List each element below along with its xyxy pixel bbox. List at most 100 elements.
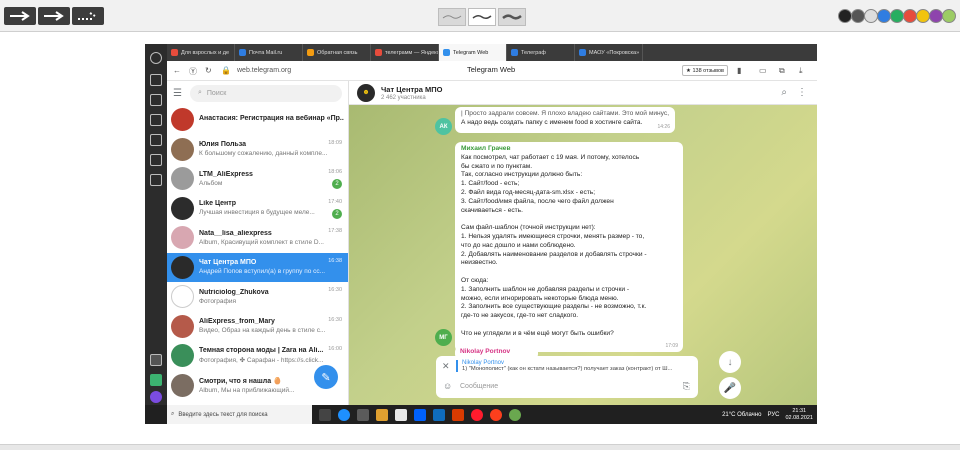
profile-icon[interactable] [150,52,162,64]
message-line: 2. Файл вида год-месяц-дата-sm.xlsx - ес… [461,188,596,196]
search-input[interactable]: ⌕ Поиск [189,84,342,102]
download-icon[interactable]: ⤓ [799,66,803,76]
new-message-button[interactable]: ✎ [314,365,338,389]
chat-avatar [171,285,194,309]
app-icon[interactable] [509,408,521,421]
reload-icon[interactable]: ↻ [205,66,212,75]
microphone-button[interactable]: 🎤 [719,377,741,399]
chat-list-item[interactable]: Юлия Польза К большому сожалению, данный … [167,135,348,165]
chat-avatar [171,108,194,132]
stroke-medium-button[interactable] [468,8,496,26]
emoji-icon[interactable]: ☺ [443,381,452,391]
history-icon[interactable] [150,94,162,106]
chat-list-item[interactable]: Nata__lisa_aliexpress Album, Красивущий к… [167,223,348,253]
arrow-tool-button[interactable] [4,7,36,25]
star-icon[interactable] [150,114,162,126]
color-swatch[interactable] [890,9,904,23]
taskbar-search[interactable]: ⌕ Введите здесь текст для поиска [167,405,312,424]
browser-tab[interactable]: Обратная связь [303,44,371,61]
color-swatch[interactable] [929,9,943,23]
back-icon[interactable]: ← [173,66,181,75]
scroll-down-button[interactable]: ↓ [719,351,741,373]
collections-icon[interactable] [150,134,162,146]
browser-tab[interactable]: МАОУ «Покровска» [575,44,643,61]
color-swatch[interactable] [877,9,891,23]
browser-tab[interactable]: Телеграф [507,44,575,61]
favicon-icon [239,49,246,56]
browser-tab[interactable]: Telegram Web [439,44,507,61]
language-indicator[interactable]: РУС [767,412,779,418]
color-swatch[interactable] [851,9,865,23]
opera-icon[interactable] [471,408,483,421]
amazon-icon[interactable] [395,408,407,421]
tab-label: телеграмм — Яндекс [385,49,439,56]
yandex-browser-icon[interactable] [490,408,502,421]
more-icon[interactable]: ⋮ [797,87,807,98]
explorer-icon[interactable] [376,408,388,421]
mail-icon[interactable] [433,408,445,421]
search-icon[interactable]: ⌕ [781,87,787,98]
dotted-arrow-tool-button[interactable] [72,7,104,25]
browser-tab[interactable]: Почта Mail.ru [235,44,303,61]
bookmark-icon[interactable]: ▮ [737,66,741,75]
extensions-icon[interactable]: ⧉ [779,66,785,76]
chat-list-item[interactable]: AliExpress_from_Mary Видео, Образ на кажд… [167,312,348,342]
chat-list-item[interactable]: LTM_AliExpress Альбом 18:06 2 [167,164,348,194]
reviews-badge[interactable]: ★ 138 отзывов [682,65,728,76]
chat-time: 16:30 [328,287,342,293]
clock-date: 02.08.2021 [785,414,813,421]
dropbox-icon[interactable] [414,408,426,421]
message-input[interactable]: Сообщение [460,383,498,390]
dotted-arrow-icon [78,12,96,20]
chat-preview: Album, Красивущий комплект в стиле D... [199,238,324,246]
office-icon[interactable] [452,408,464,421]
message-time: 17:09 [665,343,678,350]
chat-list-item[interactable]: Анастасия: Регистрация на вебинар «Пр... [167,105,348,135]
arrow-tool-button-2[interactable] [38,7,70,25]
messenger-icon[interactable] [150,374,162,386]
color-swatch[interactable] [942,9,956,23]
message-bubble[interactable]: Михаил Грачев Как посмотрел, чат работае… [455,142,683,352]
sender-name[interactable]: Михаил Грачев [461,145,677,154]
stroke-thick-button[interactable] [498,8,526,26]
add-icon[interactable] [150,354,162,366]
bell-icon[interactable] [150,74,162,86]
chat-list-item[interactable]: Like Центр Лучшая инвестиция в будущее ме… [167,194,348,224]
chat-list-item[interactable]: Nutriciolog_Zhukova Фотография 16:30 [167,282,348,312]
color-swatch[interactable] [903,9,917,23]
message-bubble[interactable]: | Просто задрали совсем. Я плохо владею … [455,107,675,133]
clock[interactable]: 21:31 02.08.2021 [785,408,813,421]
browser-tab[interactable]: телеграмм — Яндекс [371,44,439,61]
browser-tabs: Для взрослых и де Почта Mail.ru Обратная с… [167,44,817,61]
url-field[interactable]: web.telegram.org [237,64,347,77]
unread-badge: 2 [332,208,342,219]
close-reply-icon[interactable]: ✕ [442,361,450,372]
store-icon[interactable] [357,408,369,421]
reply-preview[interactable]: Nikolay Portnov 1) "Монополист" (как он … [456,360,692,372]
color-swatch[interactable] [864,9,878,23]
arrow-down-icon: ↓ [727,356,733,368]
chat-name: Nutriciolog_Zhukova [199,288,269,296]
chat-avatar[interactable]: ☻ [357,83,375,102]
color-swatch[interactable] [916,9,930,23]
weather-text[interactable]: 21°C Облачно [722,412,761,418]
sender-avatar[interactable]: АК [435,118,452,135]
chat-header[interactable]: ☻ Чат Центра МПО 2 462 участника ⌕ ⋮ [349,81,817,105]
download-icon[interactable] [150,154,162,166]
yandex-icon[interactable]: Ⓨ [189,66,197,77]
message-line: неизвестно. [461,259,498,267]
edge-icon[interactable] [338,408,350,421]
sender-avatar[interactable]: МГ [435,329,452,346]
stroke-thin-button[interactable] [438,8,466,26]
message-line: Как посмотрел, чат работает с 19 мая. И … [461,153,640,161]
browser-tab[interactable]: Для взрослых и де [167,44,235,61]
alice-icon[interactable] [150,391,162,403]
apps-icon[interactable] [150,174,162,186]
attach-icon[interactable]: ⎘ [683,381,690,392]
message-line: 2. Добавлять наименование разделов и доб… [461,250,647,258]
task-view-icon[interactable] [319,408,331,421]
message-line: Так, согласно инструкции должно быть: [461,171,583,179]
chat-list-item[interactable]: Чат Центра МПО Андрей Попов вступил(а) в … [167,252,348,282]
menu-icon[interactable]: ☰ [173,88,182,99]
color-swatch[interactable] [838,9,852,23]
